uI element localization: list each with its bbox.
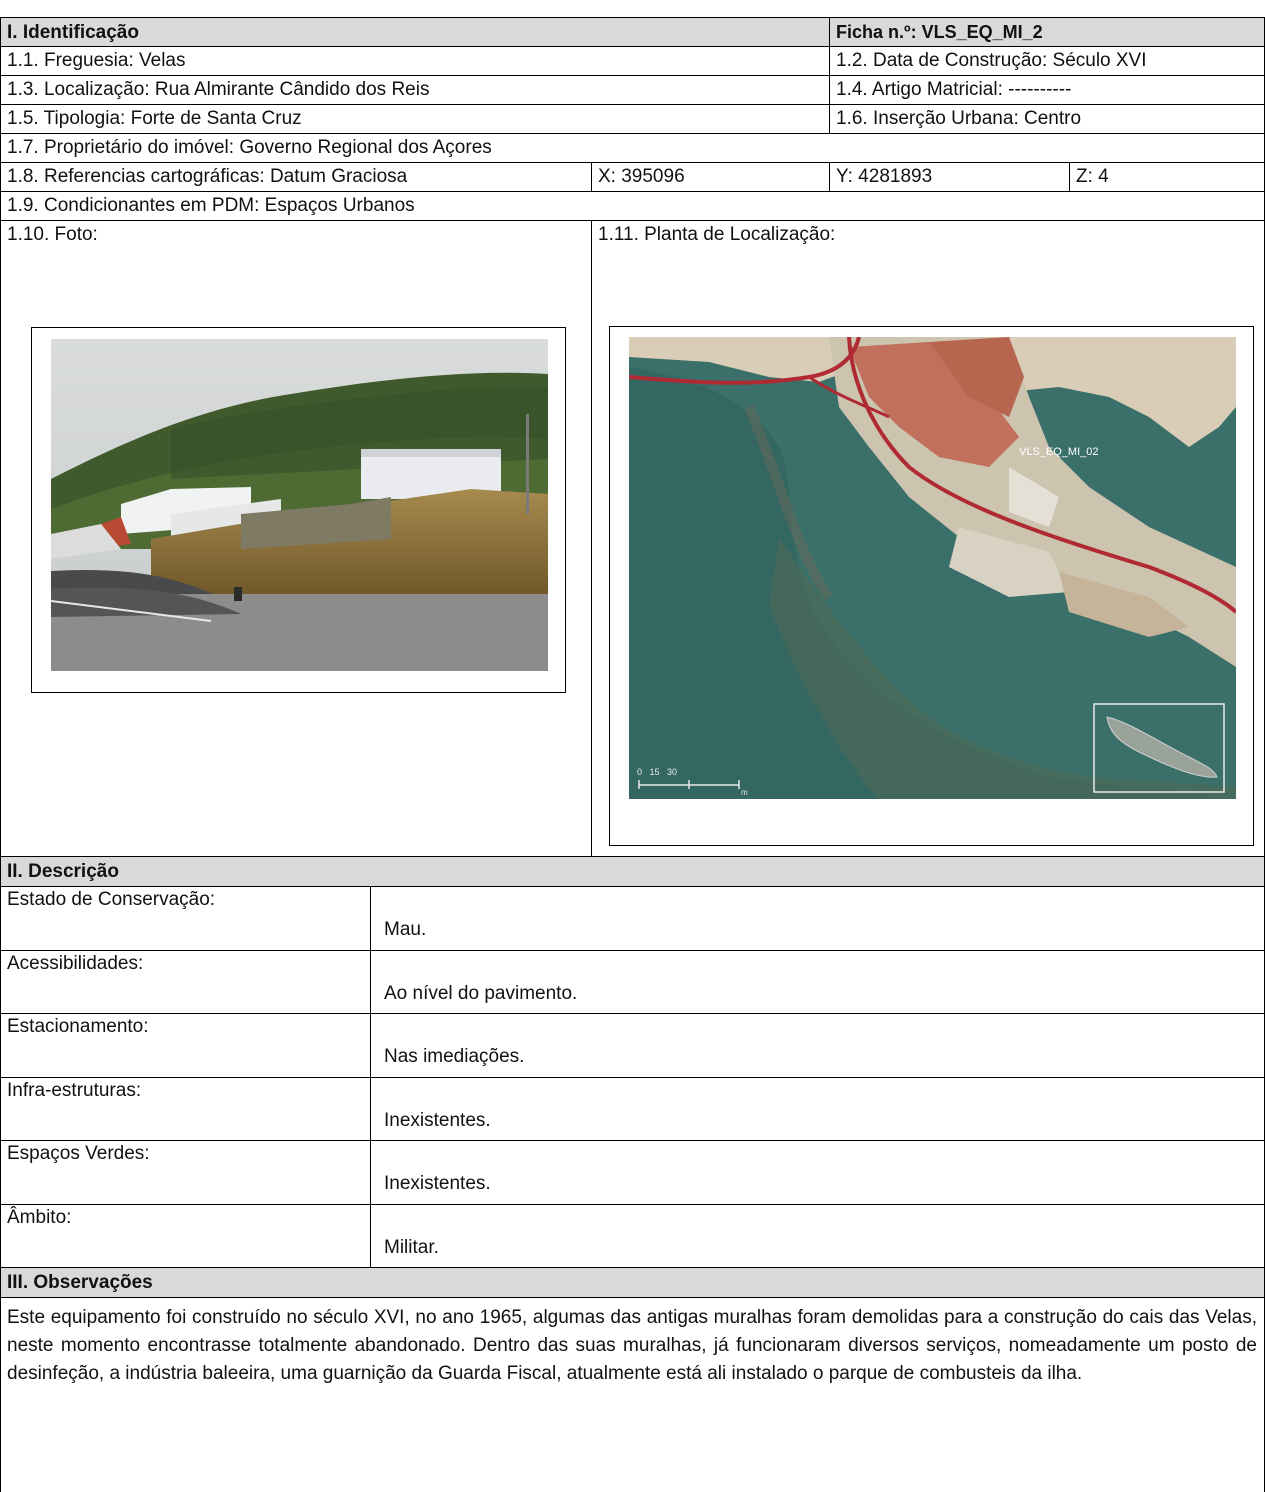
coord-x: X: 395096 xyxy=(591,163,829,191)
referencias-cartograficas: 1.8. Referencias cartográficas: Datum Gr… xyxy=(7,166,408,187)
desc-row: Estado de Conservação: Mau. xyxy=(0,887,1265,951)
row-localizacao: 1.3. Localização: Rua Almirante Cândido … xyxy=(0,76,1265,105)
condicionantes-pdm: 1.9. Condicionantes em PDM: Espaços Urba… xyxy=(7,195,415,216)
desc-label: Acessibilidades: xyxy=(7,953,144,974)
desc-row: Acessibilidades: Ao nível do pavimento. xyxy=(0,951,1265,1014)
planta-frame: VLS_EQ_MI_02 0 15 30 m xyxy=(609,326,1254,846)
freguesia: 1.1. Freguesia: Velas xyxy=(7,50,186,71)
desc-row: Espaços Verdes: Inexistentes. xyxy=(0,1141,1265,1205)
inventory-sheet: I. Identificação Ficha n.º: VLS_EQ_MI_2 … xyxy=(0,0,1265,1492)
section-title: III. Observações xyxy=(7,1272,153,1293)
row-referencias: 1.8. Referencias cartográficas: Datum Gr… xyxy=(0,163,1265,192)
coord-z: Z: 4 xyxy=(1069,163,1265,191)
desc-value: Mau. xyxy=(384,919,427,940)
row-condicionantes: 1.9. Condicionantes em PDM: Espaços Urba… xyxy=(0,192,1265,221)
section-identificacao-header: I. Identificação Ficha n.º: VLS_EQ_MI_2 xyxy=(0,17,1265,47)
observacoes-text: Este equipamento foi construído no sécul… xyxy=(7,1307,1257,1384)
desc-label: Estacionamento: xyxy=(7,1016,149,1037)
section-title: II. Descrição xyxy=(7,861,119,882)
artigo-matricial: 1.4. Artigo Matricial: ---------- xyxy=(829,76,1265,104)
map-scale-label: 0 15 30 xyxy=(637,767,677,777)
aerial-map: VLS_EQ_MI_02 0 15 30 m xyxy=(629,337,1236,799)
planta-label: 1.11. Planta de Localização: xyxy=(598,224,836,245)
section-observacoes-header: III. Observações xyxy=(0,1268,1265,1298)
foto-label: 1.10. Foto: xyxy=(7,224,98,245)
desc-label: Espaços Verdes: xyxy=(7,1143,150,1164)
row-tipologia: 1.5. Tipologia: Forte de Santa Cruz 1.6.… xyxy=(0,105,1265,134)
data-construcao: 1.2. Data de Construção: Século XVI xyxy=(829,47,1265,75)
ficha-number: Ficha n.º: VLS_EQ_MI_2 xyxy=(829,18,1265,46)
desc-value: Militar. xyxy=(384,1237,439,1258)
coord-y: Y: 4281893 xyxy=(829,163,1069,191)
row-freguesia: 1.1. Freguesia: Velas 1.2. Data de Const… xyxy=(0,47,1265,76)
foto-frame xyxy=(31,327,566,693)
row-proprietario: 1.7. Proprietário do imóvel: Governo Reg… xyxy=(0,134,1265,163)
desc-value: Ao nível do pavimento. xyxy=(384,983,578,1004)
section-title: I. Identificação xyxy=(7,22,139,43)
map-code-label: VLS_EQ_MI_02 xyxy=(1019,446,1099,458)
desc-row: Âmbito: Militar. xyxy=(0,1205,1265,1268)
map-scale-unit: m xyxy=(741,788,748,797)
desc-label: Âmbito: xyxy=(7,1207,72,1228)
desc-value: Nas imediações. xyxy=(384,1046,525,1067)
fort-photo xyxy=(51,339,548,671)
desc-value: Inexistentes. xyxy=(384,1110,491,1131)
section-descricao-header: II. Descrição xyxy=(0,857,1265,887)
desc-label: Infra-estruturas: xyxy=(7,1080,142,1101)
desc-value: Inexistentes. xyxy=(384,1173,491,1194)
proprietario: 1.7. Proprietário do imóvel: Governo Reg… xyxy=(7,137,492,158)
insercao-urbana: 1.6. Inserção Urbana: Centro xyxy=(829,105,1265,133)
tipologia: 1.5. Tipologia: Forte de Santa Cruz xyxy=(7,108,302,129)
observacoes-body: Este equipamento foi construído no sécul… xyxy=(0,1298,1265,1492)
desc-row: Estacionamento: Nas imediações. xyxy=(0,1014,1265,1078)
localizacao: 1.3. Localização: Rua Almirante Cândido … xyxy=(7,79,430,100)
desc-row: Infra-estruturas: Inexistentes. xyxy=(0,1078,1265,1141)
desc-label: Estado de Conservação: xyxy=(7,889,216,910)
row-images: 1.10. Foto: 1.11. Planta de Localização: xyxy=(0,221,1265,857)
